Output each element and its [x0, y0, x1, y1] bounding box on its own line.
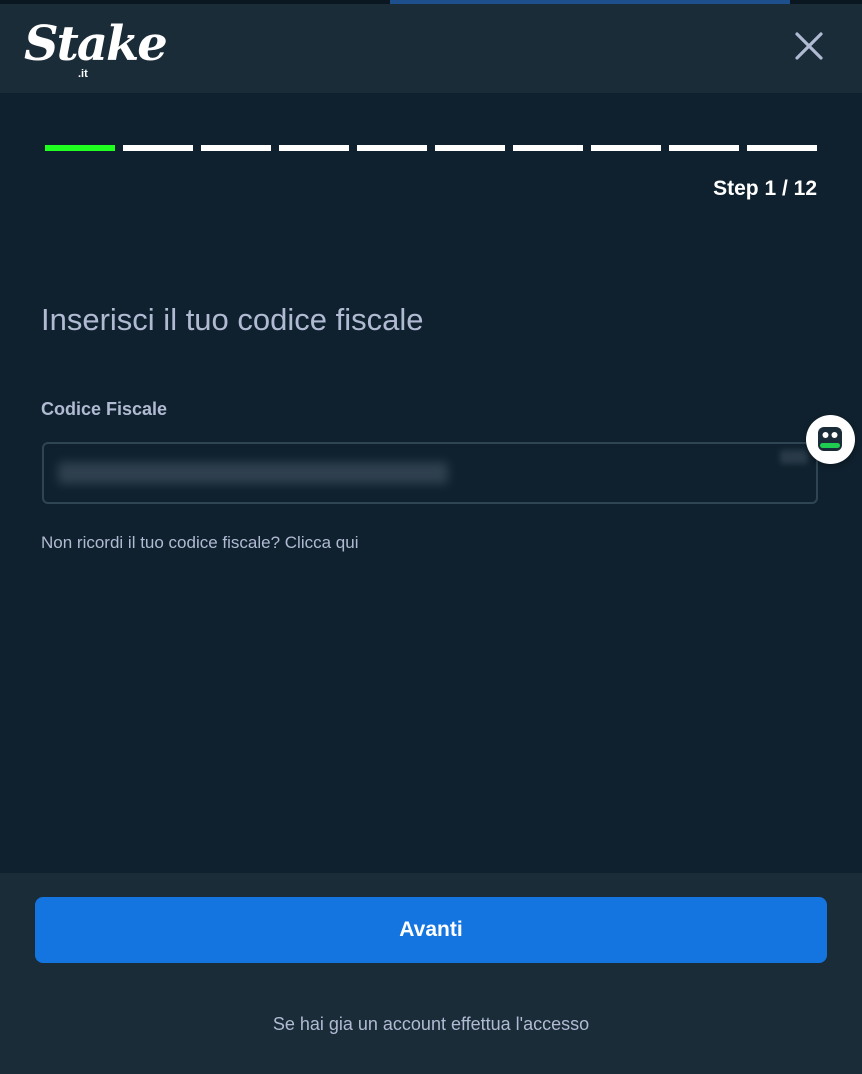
close-button[interactable] [789, 26, 829, 66]
registration-modal: Stake .it Step 1 / 12 Inserisci il tuo c… [0, 0, 862, 1074]
stake-logo: Stake .it [24, 16, 168, 82]
progress-segment [123, 145, 193, 151]
progress-segment [201, 145, 271, 151]
redacted-input-value [58, 462, 448, 484]
step-progress-bar [45, 145, 817, 151]
logo-tld: .it [78, 68, 88, 80]
progress-segment [435, 145, 505, 151]
top-strip-accent [390, 0, 790, 4]
page-title: Inserisci il tuo codice fiscale [41, 302, 424, 337]
progress-segment [591, 145, 661, 151]
progress-segment [279, 145, 349, 151]
avanti-button[interactable]: Avanti [35, 897, 827, 963]
progress-segment [357, 145, 427, 151]
progress-segment [513, 145, 583, 151]
chat-bot-icon [818, 427, 842, 451]
redacted-input-badge [780, 450, 808, 464]
codice-fiscale-label: Codice Fiscale [41, 399, 168, 419]
progress-segment [747, 145, 817, 151]
top-strip [0, 0, 862, 4]
modal-header: Stake .it [0, 0, 862, 93]
forgot-codice-fiscale-link[interactable]: Non ricordi il tuo codice fiscale? Clicc… [41, 532, 358, 554]
close-icon [795, 32, 823, 60]
progress-segment [669, 145, 739, 151]
autofill-helper-button[interactable] [806, 415, 855, 464]
step-counter: Step 1 / 12 [713, 177, 817, 200]
progress-segment [45, 145, 115, 151]
logo-word: Stake [24, 16, 168, 72]
login-link[interactable]: Se hai gia un account effettua l'accesso [0, 1012, 862, 1036]
